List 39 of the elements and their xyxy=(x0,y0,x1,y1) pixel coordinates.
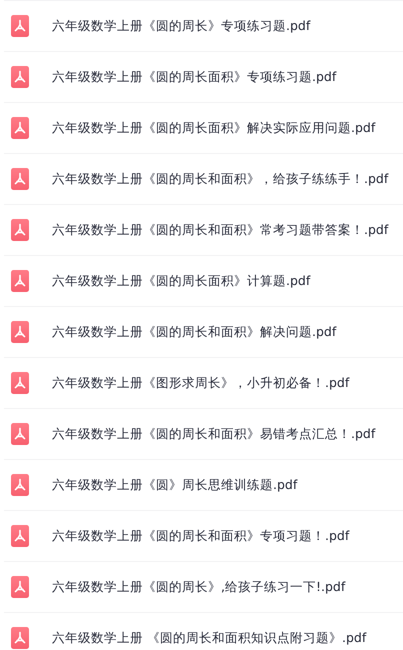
pdf-file-icon xyxy=(11,270,29,292)
file-name: 六年级数学上册《圆的周长》专项练习题.pdf xyxy=(52,18,310,34)
file-row[interactable]: 六年级数学上册《图形求周长》，小升初必备！.pdf xyxy=(4,358,403,409)
file-name: 六年级数学上册《圆的周长和面积》专项习题！.pdf xyxy=(52,528,350,544)
file-row[interactable]: 六年级数学上册《圆的周长》,给孩子练习一下!.pdf xyxy=(4,562,403,613)
file-row[interactable]: 六年级数学上册 《圆的周长和面积知识点附习题》.pdf xyxy=(4,613,403,650)
file-name: 六年级数学上册《圆的周长和面积》易错考点汇总！.pdf xyxy=(52,426,376,442)
file-name: 六年级数学上册 《圆的周长和面积知识点附习题》.pdf xyxy=(52,630,366,646)
file-name: 六年级数学上册《图形求周长》，小升初必备！.pdf xyxy=(52,374,350,392)
pdf-file-icon xyxy=(11,576,29,598)
pdf-file-icon xyxy=(11,15,29,37)
pdf-file-icon xyxy=(11,219,29,241)
file-name: 六年级数学上册《圆的周长和面积》解决问题.pdf xyxy=(52,324,336,340)
file-name: 六年级数学上册《圆》周长思维训练题.pdf xyxy=(52,476,298,494)
pdf-file-icon xyxy=(11,321,29,343)
file-name: 六年级数学上册《圆的周长和面积》，给孩子练练手！.pdf xyxy=(52,170,388,188)
pdf-file-icon xyxy=(11,66,29,88)
file-row[interactable]: 六年级数学上册《圆的周长和面积》解决问题.pdf xyxy=(4,307,403,358)
file-name: 六年级数学上册《圆的周长面积》专项练习题.pdf xyxy=(52,68,336,86)
pdf-file-icon xyxy=(11,372,29,394)
pdf-file-icon xyxy=(11,525,29,547)
file-row[interactable]: 六年级数学上册《圆的周长和面积》，给孩子练练手！.pdf xyxy=(4,154,403,205)
file-name: 六年级数学上册《圆的周长面积》解决实际应用问题.pdf xyxy=(52,120,376,136)
pdf-file-icon xyxy=(11,474,29,496)
file-row[interactable]: 六年级数学上册《圆的周长》专项练习题.pdf xyxy=(4,1,403,52)
pdf-file-icon xyxy=(11,117,29,139)
file-row[interactable]: 六年级数学上册《圆的周长和面积》常考习题带答案！.pdf xyxy=(4,205,403,256)
file-name: 六年级数学上册《圆的周长和面积》常考习题带答案！.pdf xyxy=(52,222,388,238)
file-row[interactable]: 六年级数学上册《圆》周长思维训练题.pdf xyxy=(4,460,403,511)
file-name: 六年级数学上册《圆的周长面积》计算题.pdf xyxy=(52,272,310,290)
file-row[interactable]: 六年级数学上册《圆的周长和面积》专项习题！.pdf xyxy=(4,511,403,562)
file-row[interactable]: 六年级数学上册《圆的周长面积》专项练习题.pdf xyxy=(4,52,403,103)
pdf-file-icon xyxy=(11,168,29,190)
file-row[interactable]: 六年级数学上册《圆的周长面积》解决实际应用问题.pdf xyxy=(4,103,403,154)
file-name: 六年级数学上册《圆的周长》,给孩子练习一下!.pdf xyxy=(52,578,346,596)
file-row[interactable]: 六年级数学上册《圆的周长面积》计算题.pdf xyxy=(4,256,403,307)
pdf-file-icon xyxy=(11,627,29,649)
file-row[interactable]: 六年级数学上册《圆的周长和面积》易错考点汇总！.pdf xyxy=(4,409,403,460)
pdf-file-icon xyxy=(11,423,29,445)
